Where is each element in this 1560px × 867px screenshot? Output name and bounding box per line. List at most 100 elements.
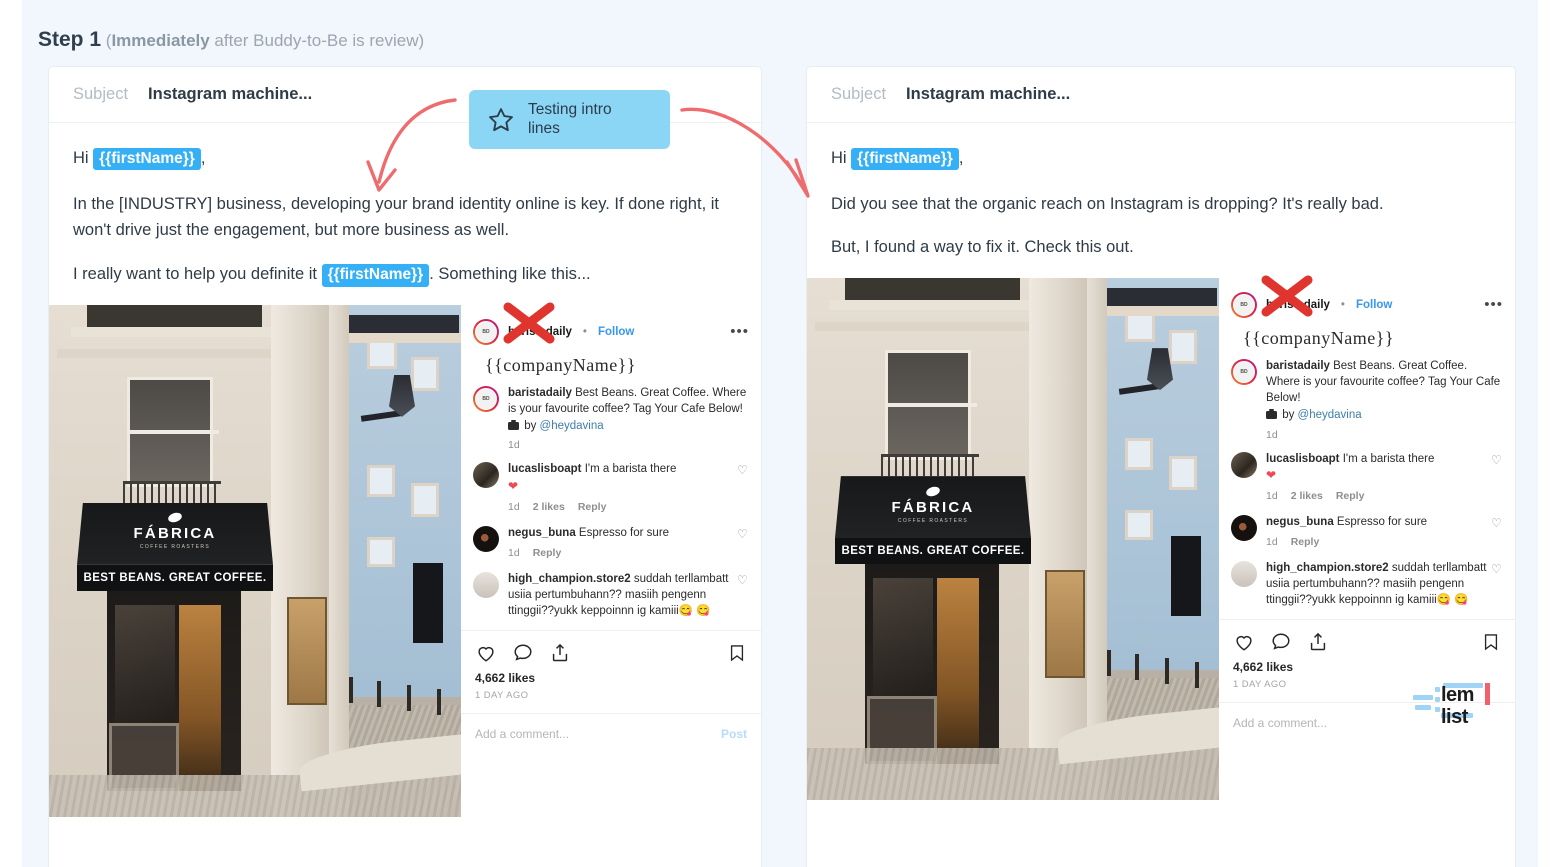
awning-band-text: BEST BEANS. GREAT COFFEE. [83, 571, 267, 584]
bookmark-icon[interactable] [1481, 631, 1501, 653]
closing-suffix: . Something like this... [429, 265, 591, 284]
closing-prefix: I really want to help you definite it [73, 265, 322, 284]
follow-button[interactable]: Follow [1356, 299, 1392, 311]
email-card-left: Subject Instagram machine... Hi {{firstN… [48, 66, 762, 867]
comment-icon[interactable] [1270, 631, 1292, 653]
awning-sign: FÁBRICA COFFEE ROASTERS [835, 474, 1031, 536]
more-options-icon[interactable]: ••• [1484, 297, 1503, 312]
avatar[interactable]: BD [473, 318, 499, 345]
comment-item: high_champion.store2 suddah terllambatt … [461, 568, 761, 620]
heart-icon[interactable] [475, 642, 497, 664]
post-button[interactable]: Post [721, 727, 747, 741]
comment-user[interactable]: high_champion.store2 [1266, 562, 1389, 574]
caption-user[interactable]: baristadaily [1266, 360, 1330, 372]
comment-time: 1d [508, 547, 520, 560]
instagram-embed-left: FÁBRICA COFFEE ROASTERS BEST BEANS. GREA… [49, 302, 761, 817]
like-comment-icon[interactable]: ♡ [1491, 454, 1502, 466]
greeting-prefix: Hi [831, 149, 852, 167]
email-body-right: Hi {{firstName}}, Did you see that the o… [807, 123, 1515, 261]
comment-avatar [473, 462, 499, 489]
more-options-icon[interactable]: ••• [730, 324, 749, 339]
comment-avatar [473, 526, 499, 553]
comment-user[interactable]: lucaslisboapt [508, 463, 582, 475]
instagram-post-header: BD baristadaily • Follow ••• [461, 302, 761, 355]
caption-time: 1d [508, 439, 520, 452]
instagram-sidebar: BD baristadaily • Follow ••• {{companyNa… [1219, 275, 1515, 801]
comment-reply[interactable]: Reply [533, 547, 562, 559]
comment-avatar [1231, 515, 1257, 542]
post-timestamp: 1 DAY AGO [475, 689, 529, 701]
greeting-line: Hi {{firstName}}, [831, 145, 1491, 172]
comment-item: lucaslisboapt I'm a barista there ❤ 1d 2… [1219, 448, 1515, 502]
avatar[interactable]: BD [1231, 292, 1257, 319]
subject-value: Instagram machine... [906, 85, 1071, 103]
like-comment-icon[interactable]: ♡ [737, 574, 748, 586]
comment-likes[interactable]: 2 likes [1291, 490, 1323, 502]
comment-reply[interactable]: Reply [1291, 536, 1320, 548]
add-comment-input[interactable]: Add a comment... [1233, 716, 1327, 730]
paragraph-1: In the [INDUSTRY] business, developing y… [73, 194, 719, 240]
comment-icon[interactable] [512, 642, 534, 664]
camera-icon [1266, 408, 1277, 419]
likes-count: 4,662 likes [1233, 659, 1294, 674]
comment-item: high_champion.store2 suddah terllambatt … [1219, 557, 1515, 609]
follow-button[interactable]: Follow [598, 326, 634, 338]
subject-value: Instagram machine... [148, 85, 313, 103]
comment-user[interactable]: negus_buna [508, 527, 576, 539]
credit-prefix: by [521, 419, 540, 432]
add-comment-row[interactable]: Add a comment... lem list [1219, 682, 1515, 743]
comment-reply[interactable]: Reply [578, 501, 607, 513]
red-cross-icon [1261, 275, 1313, 317]
separator-dot: • [1340, 299, 1345, 312]
subject-row-right[interactable]: Subject Instagram machine... [807, 67, 1515, 123]
caption-avatar: BD [473, 385, 499, 412]
heart-emoji: ❤ [1266, 468, 1277, 483]
company-name-merge-tag: {{companyName}} [1243, 328, 1395, 349]
bookmark-icon[interactable] [727, 642, 747, 664]
comment-text: Espresso for sure [1333, 516, 1428, 529]
merge-tag-firstname[interactable]: {{firstName}} [851, 148, 959, 171]
subject-label: Subject [831, 85, 887, 103]
instagram-sidebar: BD baristadaily • Follow ••• {{companyNa… [461, 302, 761, 817]
merge-tag-firstname-2[interactable]: {{firstName}} [321, 264, 430, 287]
caption-user[interactable]: baristadaily [508, 387, 572, 399]
awning-subtitle: COFFEE ROASTERS [897, 517, 969, 524]
credit-handle[interactable]: @heydavina [540, 420, 604, 432]
greeting-line: Hi {{firstName}}, [73, 145, 737, 172]
add-comment-input[interactable]: Add a comment... [475, 727, 569, 741]
comment-time: 1d [508, 501, 520, 514]
instagram-action-bar [461, 629, 761, 664]
credit-handle[interactable]: @heydavina [1298, 409, 1362, 421]
comment-reply[interactable]: Reply [1336, 490, 1365, 502]
like-comment-icon[interactable]: ♡ [737, 528, 748, 540]
like-comment-icon[interactable]: ♡ [1491, 517, 1502, 529]
email-card-right: Subject Instagram machine... Hi {{firstN… [806, 66, 1516, 867]
comment-user[interactable]: high_champion.store2 [508, 573, 631, 585]
heart-icon[interactable] [1233, 631, 1255, 653]
callout-badge[interactable]: Testing intro lines [469, 90, 670, 149]
likes-count: 4,662 likes [475, 670, 536, 685]
comment-user[interactable]: negus_buna [1266, 516, 1334, 528]
comment-item: negus_buna Espresso for sure 1d Reply ♡ [461, 522, 761, 559]
greeting-suffix: , [958, 149, 964, 167]
comment-likes[interactable]: 2 likes [533, 501, 565, 513]
instagram-caption: BD baristadaily Best Beans. Great Coffee… [461, 382, 761, 452]
comment-user[interactable]: lucaslisboapt [1266, 453, 1340, 465]
comment-text: I'm a barista there [581, 463, 677, 476]
like-comment-icon[interactable]: ♡ [1491, 563, 1502, 575]
star-icon [489, 107, 513, 131]
page-title: Step 1 (Immediately after Buddy-to-Be is… [38, 28, 424, 52]
awning-band: BEST BEANS. GREAT COFFEE. [835, 538, 1031, 565]
merge-tag-firstname[interactable]: {{firstName}} [93, 148, 201, 171]
share-icon[interactable] [1307, 631, 1329, 653]
note-rest: after Buddy-to-Be is review) [209, 31, 425, 50]
comment-time: 1d [1266, 536, 1278, 549]
like-comment-icon[interactable]: ♡ [737, 464, 748, 476]
red-cross-icon [503, 302, 555, 344]
credit-prefix: by [1279, 408, 1298, 421]
share-icon[interactable] [549, 642, 571, 664]
company-name-merge-tag: {{companyName}} [485, 354, 637, 375]
greeting-prefix: Hi [73, 149, 94, 167]
add-comment-row[interactable]: Add a comment... Post [461, 712, 761, 754]
separator-dot: • [582, 325, 587, 338]
